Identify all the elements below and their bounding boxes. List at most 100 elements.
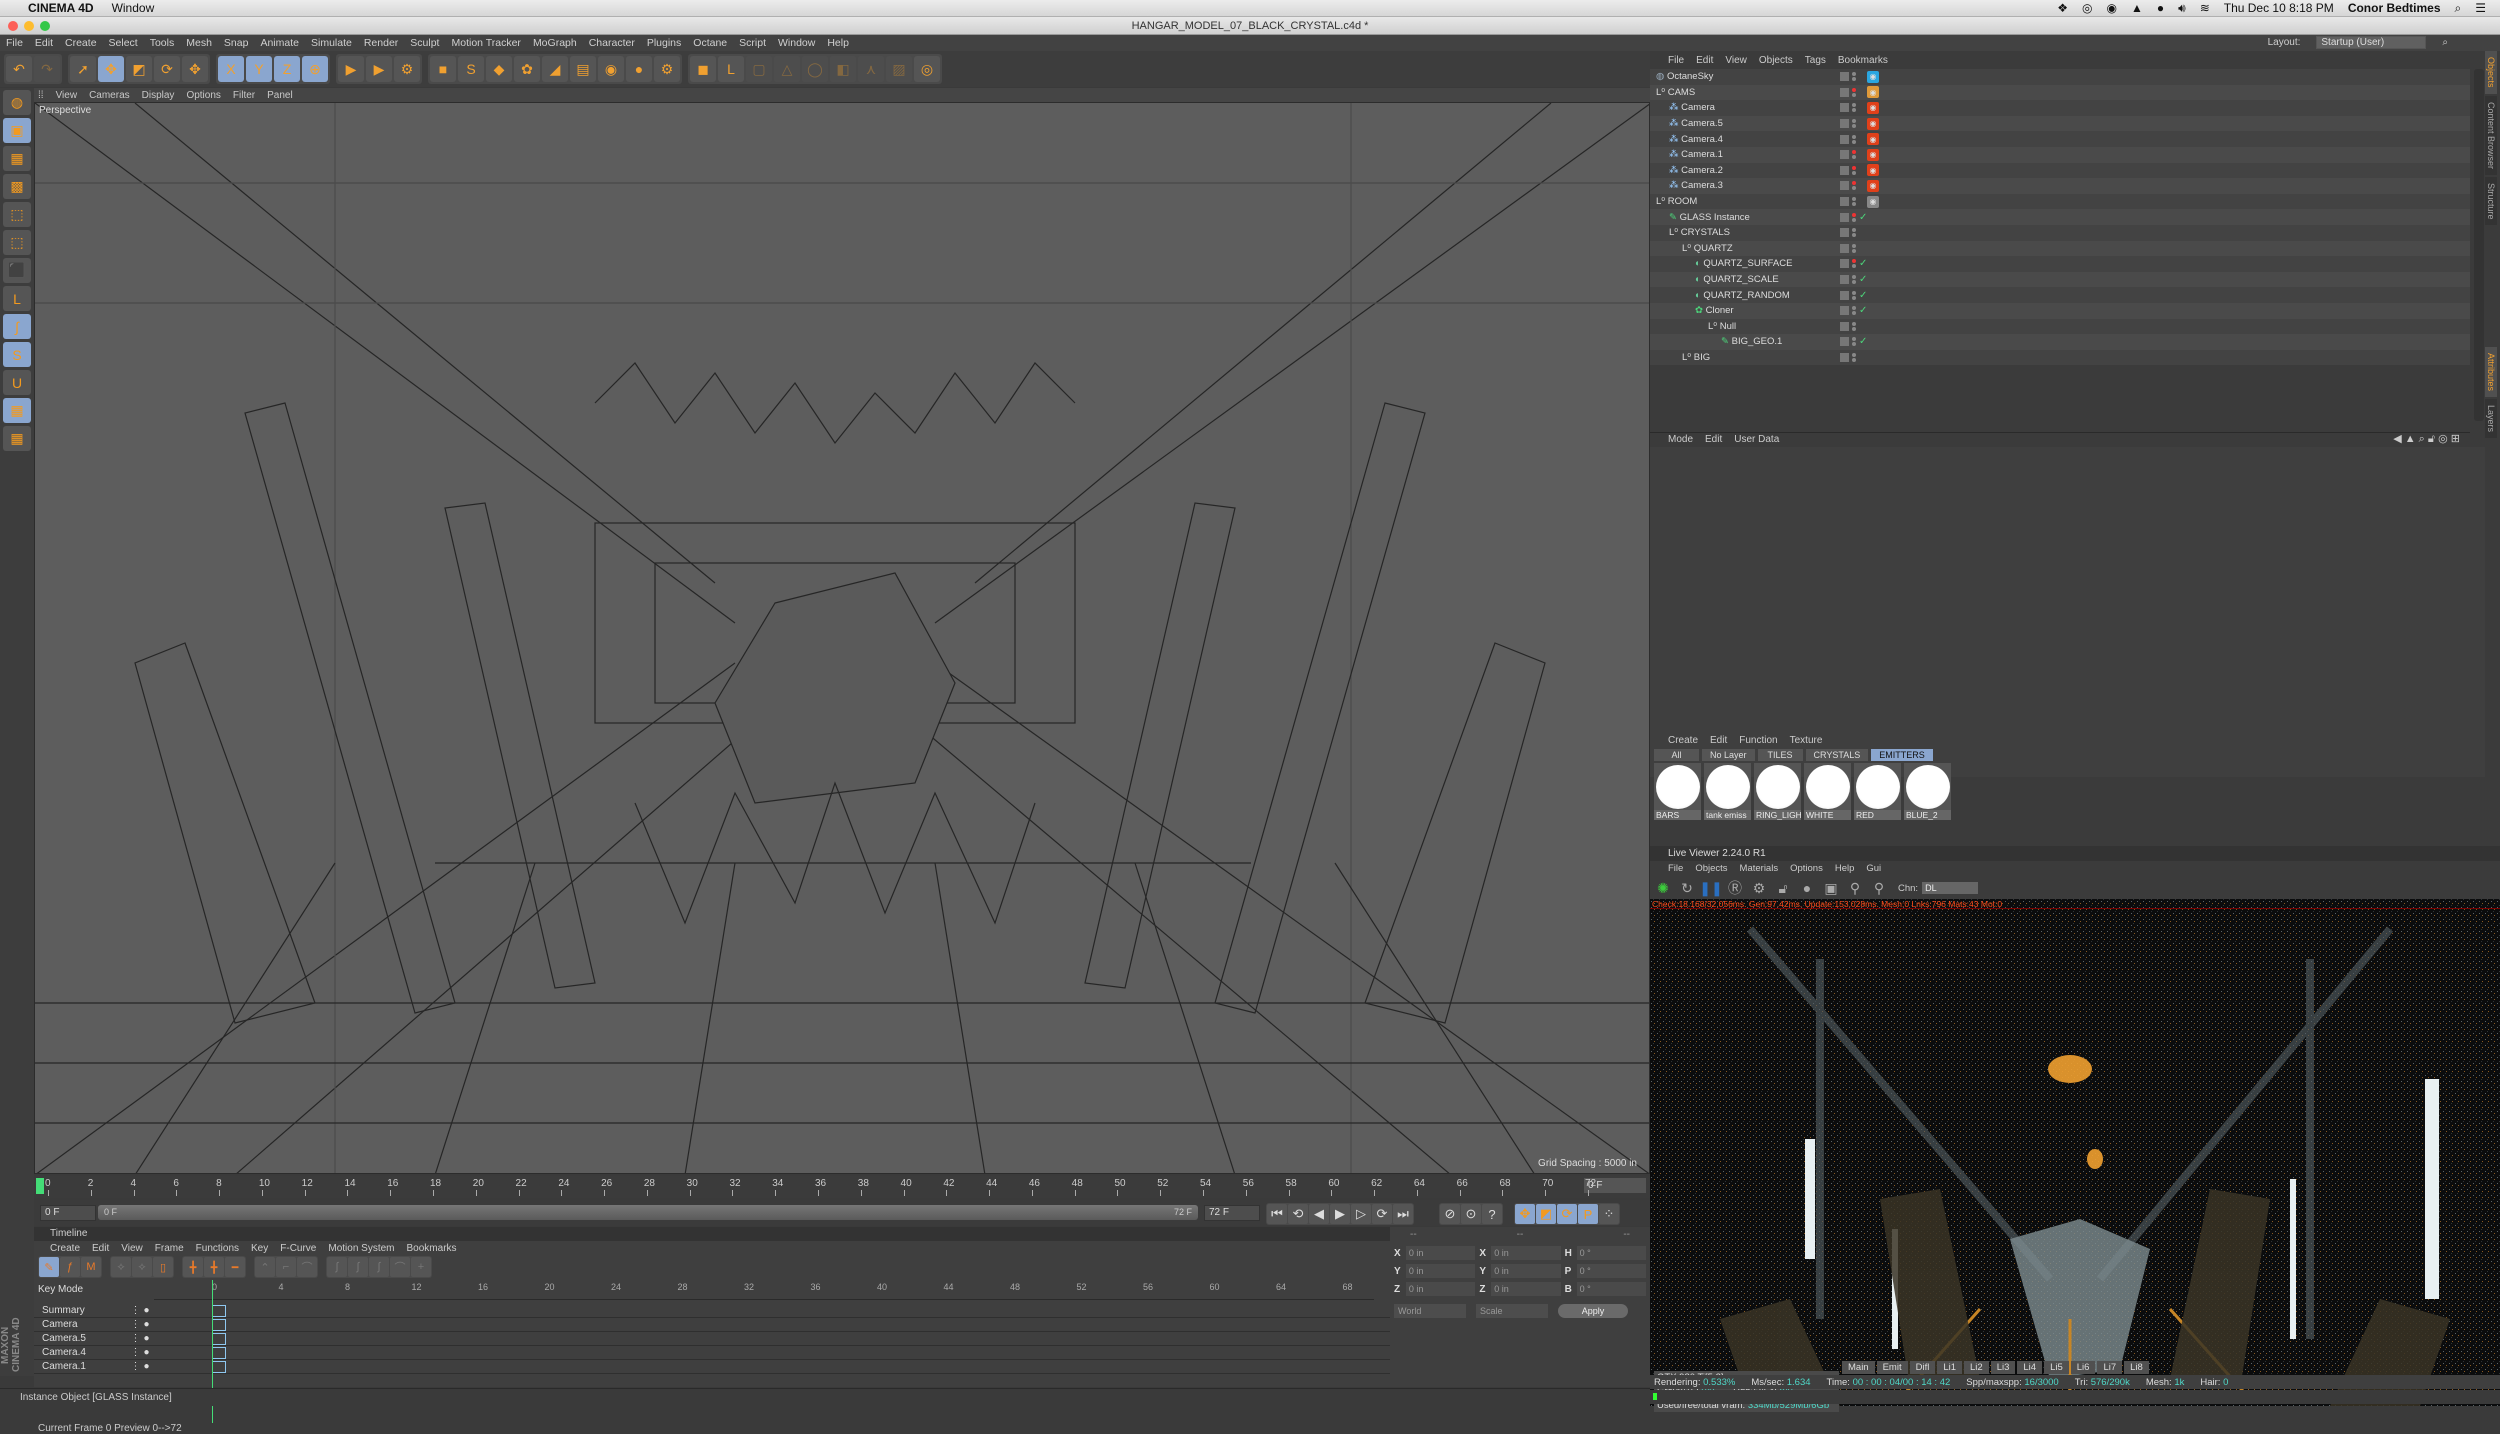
settings-button[interactable]: ⚙ [654, 56, 680, 82]
keyframe[interactable] [212, 1304, 226, 1317]
timeline-menu-edit[interactable]: Edit [92, 1243, 109, 1254]
enabled-check-icon[interactable]: ✓ [1859, 336, 1867, 347]
visibility-dots[interactable] [1852, 103, 1856, 113]
pos-field[interactable]: 0 in [1405, 1246, 1476, 1260]
timeline-menu-key[interactable]: Key [251, 1243, 268, 1254]
live-viewer-menu-materials[interactable]: Materials [1740, 863, 1779, 874]
live-viewer-menu-options[interactable]: Options [1790, 863, 1823, 874]
add-key-button[interactable]: ╋ [183, 1257, 203, 1277]
timeline-track-row[interactable]: Summary ⋮ ● [34, 1304, 1390, 1318]
visibility-dots[interactable] [1852, 306, 1856, 316]
live-viewer-menu-help[interactable]: Help [1835, 863, 1855, 874]
track-solo-icon[interactable]: ● [143, 1305, 149, 1316]
focus-pick-icon[interactable]: ⚲ [1846, 879, 1864, 897]
menu-sculpt[interactable]: Sculpt [410, 37, 439, 49]
lock-resolution-icon[interactable]: 🔓︎ [1774, 879, 1792, 897]
record-0-button[interactable]: ⊘ [1440, 1204, 1460, 1224]
material-menu-create[interactable]: Create [1668, 735, 1698, 746]
texture-mode-button[interactable]: ▦ [3, 146, 31, 171]
layer-filter-crystals[interactable]: CRYSTALS [1805, 749, 1869, 761]
live-selection-button[interactable]: ➚ [70, 56, 96, 82]
interp-step-button[interactable]: ⌐ [276, 1257, 296, 1277]
channel-tab-difl[interactable]: Difl [1909, 1361, 1936, 1374]
up-arrow-icon[interactable]: ▲ [2405, 433, 2416, 445]
menu-file[interactable]: File [6, 37, 23, 49]
viewport-menu-cameras[interactable]: Cameras [89, 90, 130, 101]
viewport-menu-view[interactable]: View [56, 90, 78, 101]
compositing-tag[interactable]: ◉ [1867, 86, 1879, 99]
clock[interactable]: Thu Dec 10 8:18 PM [2224, 1, 2334, 15]
object-row[interactable]: ⁂ Camera.2 ◉ [1650, 162, 2470, 179]
object-menu-view[interactable]: View [1725, 55, 1747, 66]
range-slider[interactable]: 0 F 72 F [98, 1205, 1198, 1220]
object-row[interactable]: ✎ BIG_GEO.1 ✓ [1650, 334, 2470, 350]
menu-character[interactable]: Character [589, 37, 635, 49]
channel-tab-li7[interactable]: Li7 [2097, 1361, 2123, 1374]
enabled-check-icon[interactable]: ✓ [1859, 212, 1867, 223]
interp-spline-button[interactable]: ⌒ [297, 1257, 317, 1277]
live-viewer-render[interactable]: Check:18.168/32.056ms. Gen:97.42ms. Upda… [1650, 899, 2500, 1406]
soft-button[interactable]: ⌒ [390, 1257, 410, 1277]
range-start-field[interactable]: 0 F [40, 1205, 96, 1221]
render-view-button[interactable]: ▶ [338, 56, 364, 82]
visibility-dots[interactable] [1852, 165, 1856, 175]
timeline-menu-bookmarks[interactable]: Bookmarks [407, 1243, 457, 1254]
nvidia-icon[interactable]: ◉ [2107, 1, 2117, 15]
layer-icon[interactable] [1840, 165, 1849, 175]
visibility-dots[interactable] [1852, 72, 1856, 82]
rotate-button[interactable]: ⟳ [154, 56, 180, 82]
back-arrow-icon[interactable]: ◀ [2393, 433, 2401, 445]
layer-icon[interactable] [1840, 150, 1849, 160]
light-button[interactable]: ● [626, 56, 652, 82]
octane-target-button[interactable]: ◎ [914, 56, 940, 82]
transport-4-button[interactable]: ▷ [1351, 1204, 1371, 1224]
material-swatch[interactable]: WHITE [1804, 763, 1851, 820]
object-row[interactable]: ⁂ Camera ◉ [1650, 100, 2470, 116]
key-record-1-button[interactable]: ◩ [1536, 1204, 1556, 1224]
material-swatch[interactable]: tank emiss [1704, 763, 1751, 820]
preview-range-button[interactable]: ▯ [153, 1257, 173, 1277]
y-axis-button[interactable]: Y [246, 56, 272, 82]
octane-camera-tag[interactable]: ◉ [1867, 101, 1879, 114]
layer-icon[interactable] [1840, 212, 1849, 222]
send-scene-icon[interactable]: ✺ [1654, 879, 1672, 897]
timeline-menu-f-curve[interactable]: F-Curve [280, 1243, 316, 1254]
timeline-track-row[interactable]: Camera.1 ⋮ ● [34, 1360, 1390, 1374]
ease-in-button[interactable]: ∫ [348, 1257, 368, 1277]
coordinate-system-button[interactable]: ⊕ [302, 56, 328, 82]
transport-0-button[interactable]: ⏮ [1267, 1204, 1287, 1224]
material-tag[interactable]: ◉ [1867, 195, 1879, 208]
keyframe[interactable] [212, 1318, 226, 1331]
visibility-dots[interactable] [1852, 197, 1856, 207]
layer-icon[interactable] [1840, 87, 1849, 97]
model-mode-button[interactable]: ▣ [3, 118, 31, 143]
timeline-menu-create[interactable]: Create [50, 1243, 80, 1254]
zoom-window-button[interactable] [40, 21, 50, 31]
material-menu-function[interactable]: Function [1739, 735, 1777, 746]
tool-b-button[interactable]: △ [774, 56, 800, 82]
scale-button[interactable]: ◩ [126, 56, 152, 82]
mac-menu-window[interactable]: Window [112, 1, 155, 15]
layer-icon[interactable] [1840, 275, 1849, 285]
viewport-menu-filter[interactable]: Filter [233, 90, 255, 101]
layer-icon[interactable] [1840, 321, 1849, 331]
timeline-track-row[interactable]: Camera.4 ⋮ ● [34, 1346, 1390, 1360]
channel-tab-li3[interactable]: Li3 [1990, 1361, 2016, 1374]
side-tab-objects[interactable]: Objects [2485, 51, 2497, 94]
menu-animate[interactable]: Animate [260, 37, 299, 49]
menu-tools[interactable]: Tools [150, 37, 175, 49]
track-solo-icon[interactable]: ● [143, 1361, 149, 1372]
layer-icon[interactable] [1840, 352, 1849, 362]
key-record-0-button[interactable]: ✥ [1515, 1204, 1535, 1224]
object-row[interactable]: ◐ QUARTZ_SURFACE ✓ [1650, 256, 2470, 272]
rot-field[interactable]: 0 ° [1576, 1264, 1646, 1278]
remove-key-button[interactable]: ━ [225, 1257, 245, 1277]
balloon-icon[interactable]: ● [2157, 1, 2164, 15]
object-menu-tags[interactable]: Tags [1805, 55, 1826, 66]
render-picture-viewer-button[interactable]: ▶ [366, 56, 392, 82]
channel-tab-main[interactable]: Main [1842, 1361, 1875, 1374]
move-button[interactable]: ✥ [98, 56, 124, 82]
material-menu-texture[interactable]: Texture [1790, 735, 1823, 746]
pause-render-icon[interactable]: ❚❚ [1699, 879, 1722, 897]
object-row[interactable]: ◍ OctaneSky ◉ [1650, 69, 2470, 85]
